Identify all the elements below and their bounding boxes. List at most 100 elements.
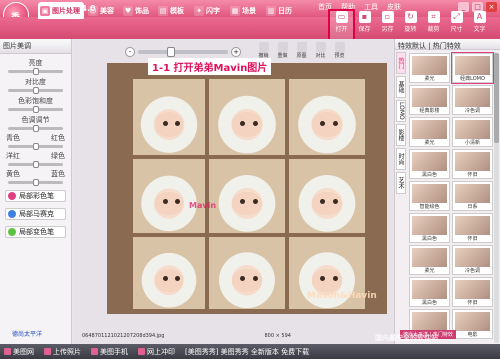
resize-button[interactable]: ⤢ 尺寸 [445, 11, 468, 39]
tab-scene[interactable]: ▦ 场景 [228, 2, 260, 19]
color-pen-button[interactable]: 局部彩色笔 [5, 190, 66, 202]
effect-thumbnail[interactable]: 怀旧 [452, 277, 493, 307]
category-tab-basic[interactable]: 基础 [396, 76, 406, 98]
tab-flash-text[interactable]: ✦ 闪字 [192, 2, 224, 19]
scrollbar-thumb[interactable] [494, 53, 499, 143]
recolor-pen-button[interactable]: 局部变色笔 [5, 226, 66, 238]
tab-label: 模板 [170, 6, 184, 15]
hue-slider[interactable] [8, 125, 63, 132]
image-dimensions: 800 × 594 [264, 333, 291, 339]
tab-accessory[interactable]: ♥ 饰品 [121, 2, 153, 19]
original-button[interactable]: 原图 [294, 42, 309, 59]
effects-scrollbar[interactable] [494, 53, 499, 343]
rotate-button[interactable]: ↻ 旋转 [399, 11, 422, 39]
effect-thumbnail[interactable]: 柔光 [409, 245, 450, 275]
effect-thumbnail[interactable]: 柔光 [409, 53, 450, 83]
tab-template[interactable]: ▤ 模板 [156, 2, 188, 19]
photo-canvas[interactable]: Mavin Mason&Havin [107, 63, 387, 314]
slider-knob[interactable] [33, 125, 39, 132]
open-button[interactable]: ▭ 打开 [328, 9, 355, 41]
effect-label: 黑白色 [421, 300, 437, 306]
brightness-slider[interactable] [8, 68, 63, 75]
effect-label: 黑白色 [421, 172, 437, 178]
effect-thumbnail[interactable]: 怀旧 [452, 213, 493, 243]
upload-link[interactable]: 上传照片 [44, 347, 81, 357]
tab-label: 美容 [100, 6, 114, 15]
green-label: 绿色 [51, 152, 65, 160]
mosaic-label: 局部马赛克 [19, 210, 54, 218]
effect-preview [455, 88, 490, 107]
effect-thumbnail[interactable]: 怀旧 [452, 149, 493, 179]
redo-button[interactable]: 重做 [275, 42, 290, 59]
folder-open-icon: ▭ [335, 11, 348, 23]
rotate-label: 旋转 [404, 26, 417, 33]
right-toolbar: ▭ 打开 ▪ 保存 ▫ 另存 ↻ 旋转 ⌗ 裁剪 ⤢ 尺寸 A 文字 [328, 9, 491, 41]
redo-label: 重做 [277, 53, 288, 59]
category-tab-hot[interactable]: 热门 [396, 52, 406, 74]
preview-button[interactable]: 预览 [332, 42, 347, 59]
news-ticker[interactable]: [美图秀秀] 美图秀秀 全新版本 免费下载 [185, 347, 309, 357]
effect-label: 日系 [467, 204, 478, 210]
contrast-slider[interactable] [8, 87, 63, 94]
category-tab-fashion[interactable]: 时尚 [396, 148, 406, 170]
zoom-out-button[interactable]: - [125, 47, 135, 57]
yellow-blue-slider[interactable] [8, 179, 63, 186]
effects-header: 特效默认 | 热门特效 [395, 39, 500, 50]
effect-thumbnail[interactable]: 小清新 [452, 117, 493, 147]
save-button[interactable]: ▪ 保存 [353, 11, 376, 39]
crop-button[interactable]: ⌗ 裁剪 [422, 11, 445, 39]
phone-link[interactable]: 美图手机 [91, 347, 128, 357]
effect-preview [412, 120, 447, 139]
slider-knob[interactable] [33, 106, 39, 113]
zoom-slider[interactable] [138, 47, 228, 57]
category-tab-lomo[interactable]: LOMO [396, 100, 406, 122]
undo-button[interactable]: 撤销 [256, 42, 271, 59]
effect-label: 柔光 [424, 76, 435, 82]
tab-image-process[interactable]: ▣ 图片处理 [38, 2, 84, 19]
cyan-red-slider[interactable] [8, 143, 63, 150]
effect-thumbnail[interactable]: 日系 [452, 181, 493, 211]
effect-thumbnail[interactable]: 黑白色 [409, 277, 450, 307]
saturation-slider[interactable] [8, 106, 63, 113]
effect-thumbnail[interactable]: 黑白色 [409, 149, 450, 179]
effect-thumbnail[interactable]: 经典影楼 [409, 85, 450, 115]
save-as-button[interactable]: ▫ 另存 [376, 11, 399, 39]
effect-preview [412, 312, 447, 331]
effect-label: 黑白色 [421, 236, 437, 242]
mosaic-button[interactable]: 局部马赛克 [5, 208, 66, 220]
tab-calendar[interactable]: ▥ 日历 [264, 2, 296, 19]
effect-thumbnail[interactable]: 智能绘色 [409, 181, 450, 211]
effect-label: 柔光 [424, 268, 435, 274]
effect-preview [412, 152, 447, 171]
slider-knob[interactable] [33, 87, 39, 94]
text-button[interactable]: A 文字 [468, 11, 491, 39]
magenta-green-slider[interactable] [8, 161, 63, 168]
print-link[interactable]: 网上冲印 [138, 347, 175, 357]
zoom-in-button[interactable]: + [231, 47, 241, 57]
category-tab-studio[interactable]: 影楼 [396, 124, 406, 146]
site-watermark: 国内最安全的软件站 [375, 334, 438, 342]
effect-thumbnail[interactable]: 冷色调 [452, 85, 493, 115]
effects-grid: 柔光 经典LOMO 经典影楼 冷色调 柔光 小清新 黑白色 怀旧 智能绘色 日系 黑白色 怀旧 柔光 冷色… [409, 52, 494, 339]
zoom-knob[interactable] [166, 47, 175, 57]
effect-thumbnail[interactable]: 冷色调 [452, 245, 493, 275]
left-panel-header: 图片美调 [0, 39, 71, 54]
effect-thumbnail[interactable]: 柔光 [409, 117, 450, 147]
meitu-site-link[interactable]: 美图网 [4, 347, 34, 357]
edit-tools: 撤销 重做 原图 对比 预览 [256, 42, 347, 59]
color-pen-icon [8, 192, 16, 200]
tab-label: 日历 [278, 6, 292, 15]
slider-knob[interactable] [33, 143, 39, 150]
tab-beauty[interactable]: ☺ 美容 [86, 2, 118, 19]
effect-label: 电影 [467, 332, 478, 338]
category-tab-art[interactable]: 艺术 [396, 172, 406, 194]
effect-thumbnail[interactable]: 经典LOMO [451, 52, 494, 84]
slider-knob[interactable] [33, 179, 39, 186]
effect-thumbnail[interactable]: 电影 [452, 309, 493, 339]
cyan-red-labels: 青色 红色 [0, 133, 71, 143]
slider-knob[interactable] [33, 68, 39, 75]
compare-button[interactable]: 对比 [313, 42, 328, 59]
slider-knob[interactable] [33, 161, 39, 168]
website-link[interactable]: 德尚太平洋 [12, 329, 42, 338]
effect-thumbnail[interactable]: 黑白色 [409, 213, 450, 243]
